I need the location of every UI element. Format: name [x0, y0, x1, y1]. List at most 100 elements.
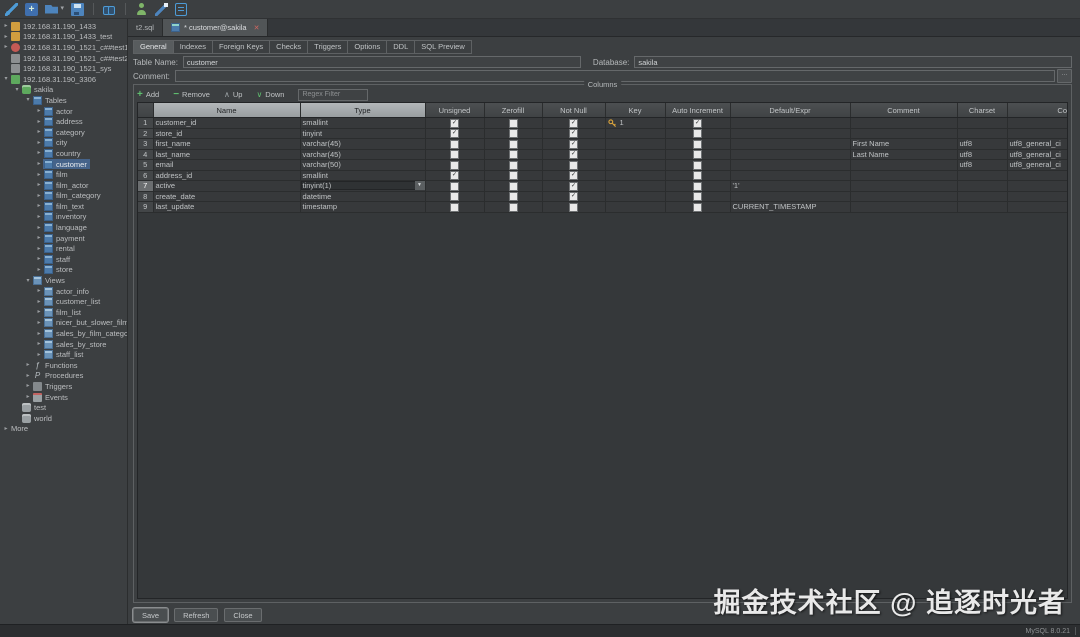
sidebar-item-tables[interactable]: ▾Tables [0, 95, 127, 106]
zerofill-checkbox[interactable] [509, 161, 518, 170]
sidebar-item-payment[interactable]: ▸payment [0, 233, 127, 244]
default-expr-cell[interactable]: CURRENT_TIMESTAMP [730, 202, 850, 213]
tree-collapsed-icon[interactable]: ▸ [2, 42, 10, 52]
add-column-button[interactable]: + Add [137, 90, 159, 99]
open-folder-icon[interactable] [45, 3, 64, 16]
column-header-unsigned[interactable]: Unsigned [425, 103, 484, 118]
sidebar-item-film-list[interactable]: ▸film_list [0, 307, 127, 318]
key-cell[interactable] [605, 160, 665, 171]
unsigned-cell[interactable]: ✓ [425, 128, 484, 139]
auto-increment-checkbox[interactable] [693, 129, 702, 138]
unsigned-checkbox[interactable] [450, 150, 459, 159]
sidebar-item-nicer-but-slower-film-list[interactable]: ▸nicer_but_slower_film_list [0, 318, 127, 329]
row-number-cell[interactable]: 2 [138, 128, 153, 139]
tree-collapsed-icon[interactable]: ▸ [24, 360, 32, 370]
unsigned-checkbox[interactable]: ✓ [450, 171, 459, 180]
auto-increment-cell[interactable] [665, 160, 730, 171]
sidebar-item-actor-info[interactable]: ▸actor_info [0, 286, 127, 297]
not-null-cell[interactable]: ✓ [542, 128, 605, 139]
tab-foreign-keys[interactable]: Foreign Keys [212, 40, 269, 54]
tree-collapsed-icon[interactable]: ▸ [35, 148, 43, 158]
auto-increment-cell[interactable] [665, 139, 730, 150]
name-cell[interactable]: last_name [153, 149, 300, 160]
default-expr-cell[interactable] [730, 170, 850, 181]
not-null-checkbox[interactable] [569, 161, 578, 170]
sidebar-item-events[interactable]: ▸Events [0, 392, 127, 403]
tree-collapsed-icon[interactable]: ▸ [35, 170, 43, 180]
not-null-checkbox[interactable]: ✓ [569, 150, 578, 159]
tasks-icon[interactable] [175, 3, 187, 16]
sidebar-item-actor[interactable]: ▸actor [0, 106, 127, 117]
column-header-comment[interactable]: Comment [850, 103, 957, 118]
column-header-row-number[interactable] [138, 103, 153, 118]
comment-more-button[interactable]: ··· [1057, 69, 1072, 83]
sidebar-item-world[interactable]: world [0, 413, 127, 424]
comment-cell[interactable] [850, 191, 957, 202]
not-null-cell[interactable]: ✓ [542, 149, 605, 160]
row-number-cell[interactable]: 5 [138, 160, 153, 171]
sidebar-item-film-actor[interactable]: ▸film_actor [0, 180, 127, 191]
unsigned-checkbox[interactable] [450, 140, 459, 149]
column-header-charset[interactable]: Charset [957, 103, 1007, 118]
zerofill-cell[interactable] [484, 149, 542, 160]
auto-increment-checkbox[interactable] [693, 140, 702, 149]
tab-general[interactable]: General [133, 40, 173, 54]
column-header-collation[interactable]: Collation [1007, 103, 1068, 118]
comment-cell[interactable] [850, 202, 957, 213]
type-cell[interactable]: smallint [300, 170, 425, 181]
comment-cell[interactable] [850, 118, 957, 129]
zerofill-checkbox[interactable] [509, 203, 518, 212]
unsigned-cell[interactable] [425, 202, 484, 213]
tree-collapsed-icon[interactable]: ▸ [35, 339, 43, 349]
type-cell[interactable]: varchar(50) [300, 160, 425, 171]
refresh-button[interactable]: Refresh [174, 608, 218, 622]
save-icon[interactable] [71, 3, 84, 16]
row-number-cell[interactable]: 6 [138, 170, 153, 181]
unsigned-cell[interactable]: ✓ [425, 170, 484, 181]
key-cell[interactable] [605, 139, 665, 150]
sidebar-item-test[interactable]: test [0, 402, 127, 413]
default-expr-cell[interactable] [730, 139, 850, 150]
tree-collapsed-icon[interactable]: ▸ [35, 297, 43, 307]
unsigned-cell[interactable] [425, 139, 484, 150]
sidebar-item-inventory[interactable]: ▸inventory [0, 212, 127, 223]
zerofill-checkbox[interactable] [509, 140, 518, 149]
name-cell[interactable]: first_name [153, 139, 300, 150]
sidebar-item-192-168-31-190-1433[interactable]: ▸192.168.31.190_1433 [0, 21, 127, 32]
auto-increment-checkbox[interactable] [693, 150, 702, 159]
column-header-auto-increment[interactable]: Auto Increment [665, 103, 730, 118]
default-expr-cell[interactable]: '1' [730, 181, 850, 192]
tree-collapsed-icon[interactable]: ▸ [35, 350, 43, 360]
auto-increment-checkbox[interactable] [693, 192, 702, 201]
type-cell[interactable]: smallint [300, 118, 425, 129]
collation-cell[interactable] [1007, 202, 1068, 213]
tree-expanded-icon[interactable]: ▾ [2, 74, 10, 84]
collation-cell[interactable] [1007, 128, 1068, 139]
tree-collapsed-icon[interactable]: ▸ [35, 127, 43, 137]
name-cell[interactable]: create_date [153, 191, 300, 202]
sidebar-item-views[interactable]: ▾Views [0, 275, 127, 286]
zerofill-checkbox[interactable] [509, 129, 518, 138]
tab-checks[interactable]: Checks [269, 40, 307, 54]
user-icon[interactable] [135, 3, 148, 16]
auto-increment-checkbox[interactable] [693, 182, 702, 191]
sidebar-item-category[interactable]: ▸category [0, 127, 127, 138]
zerofill-cell[interactable] [484, 128, 542, 139]
sidebar-item-address[interactable]: ▸address [0, 116, 127, 127]
tree-collapsed-icon[interactable]: ▸ [2, 32, 10, 42]
tree-collapsed-icon[interactable]: ▸ [2, 424, 10, 434]
zerofill-checkbox[interactable] [509, 192, 518, 201]
move-down-button[interactable]: ∨ Down [256, 90, 284, 99]
auto-increment-cell[interactable] [665, 128, 730, 139]
not-null-cell[interactable] [542, 160, 605, 171]
tree-collapsed-icon[interactable]: ▸ [35, 106, 43, 116]
not-null-checkbox[interactable]: ✓ [569, 171, 578, 180]
sidebar-item-city[interactable]: ▸city [0, 138, 127, 149]
remove-column-button[interactable]: − Remove [173, 90, 210, 99]
tree-collapsed-icon[interactable]: ▸ [24, 392, 32, 402]
auto-increment-checkbox[interactable] [693, 161, 702, 170]
comment-cell[interactable]: First Name [850, 139, 957, 150]
charset-cell[interactable] [957, 128, 1007, 139]
regex-filter-input[interactable] [298, 89, 368, 101]
comment-cell[interactable] [850, 160, 957, 171]
